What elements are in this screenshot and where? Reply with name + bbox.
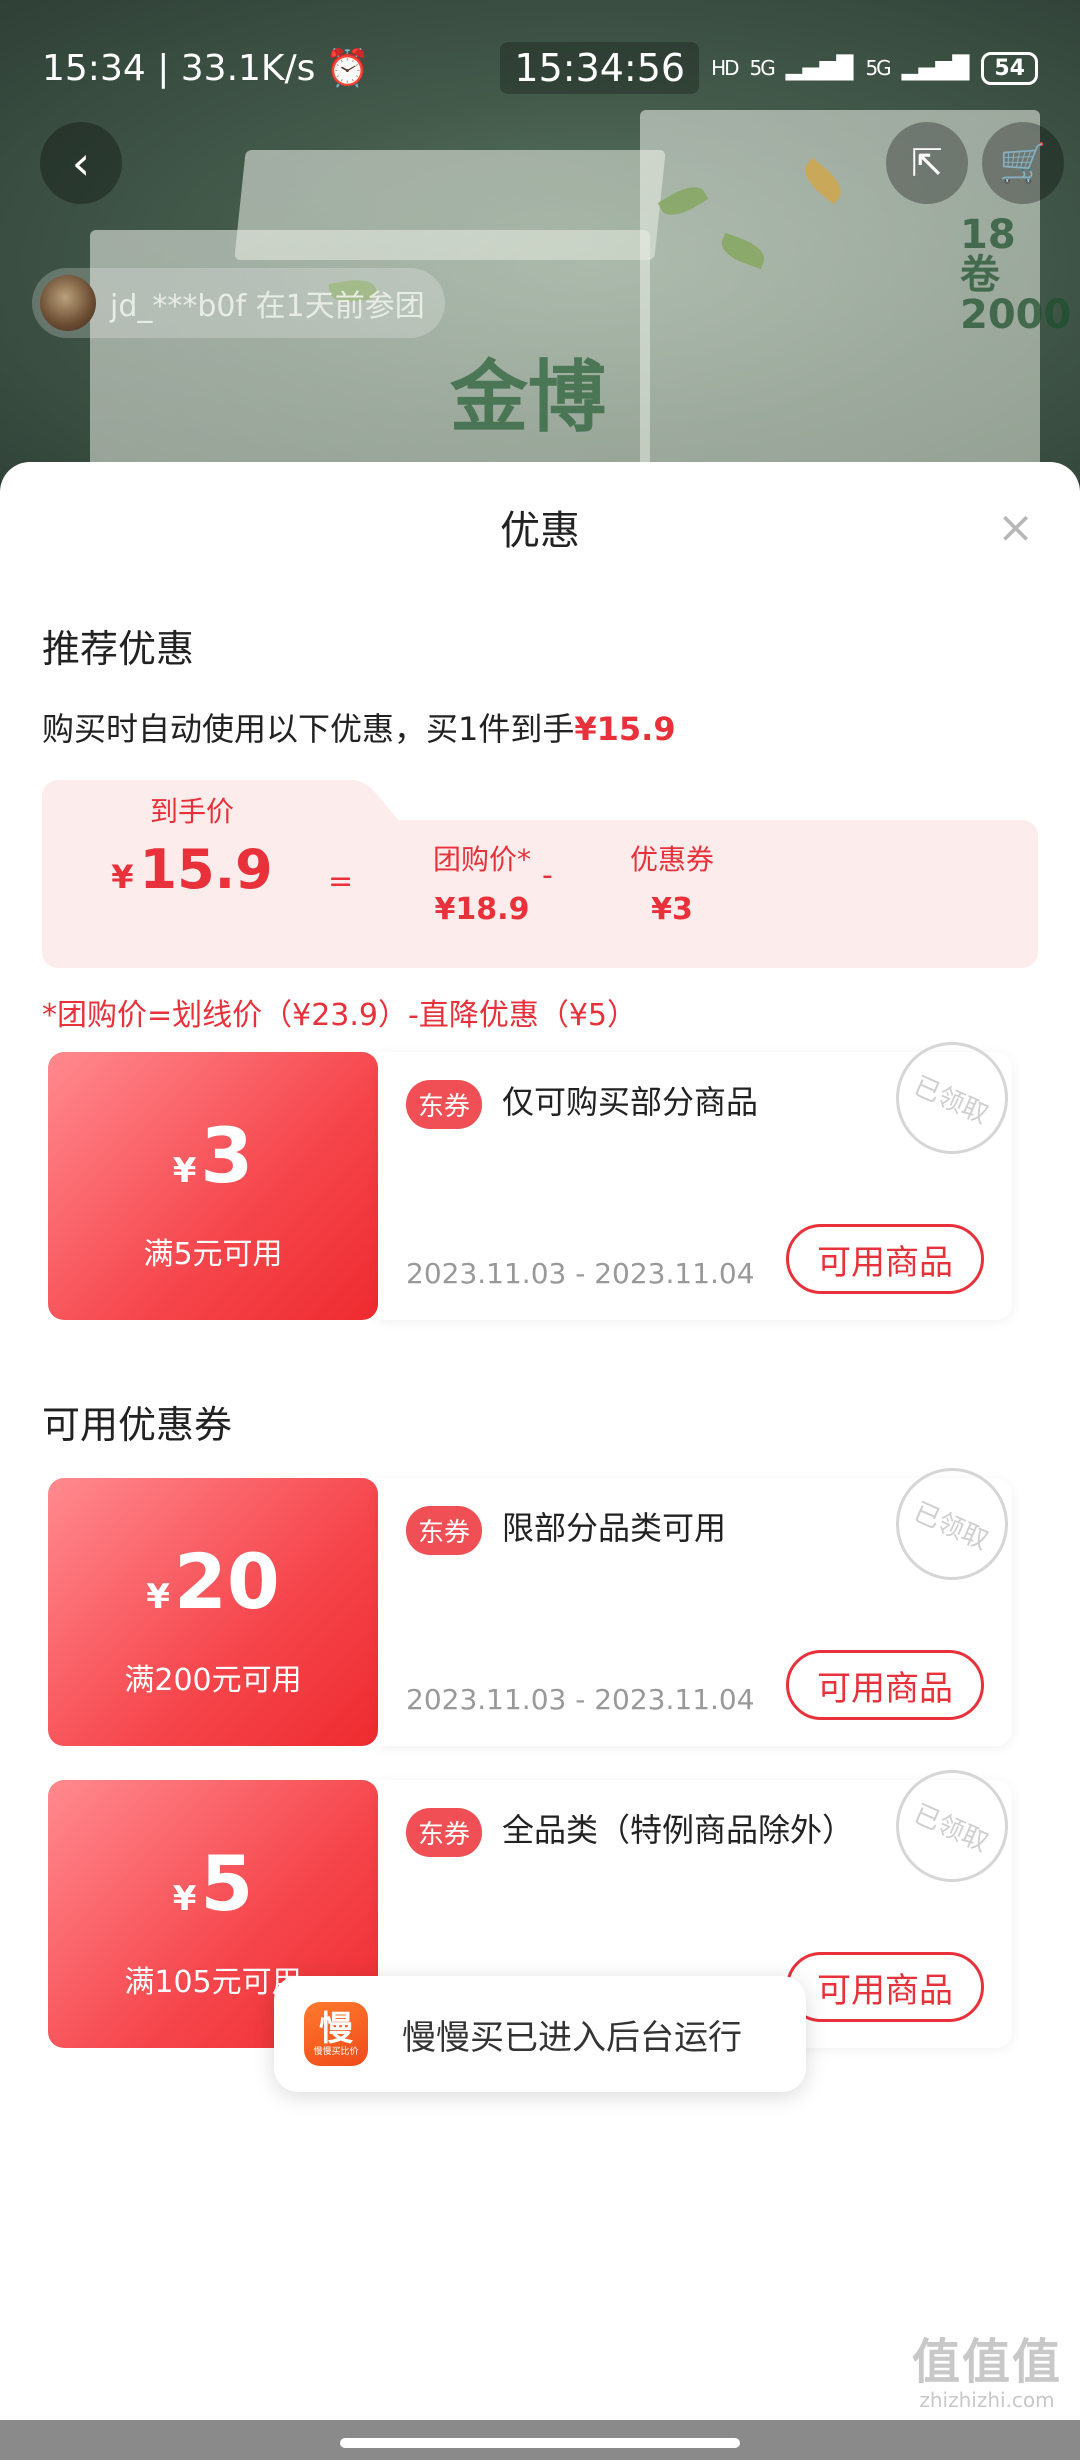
final-price-yen: ¥	[111, 858, 134, 896]
available-products-button[interactable]: 可用商品	[786, 1224, 984, 1294]
recommend-desc: 购买时自动使用以下优惠，买1件到手¥15.9	[42, 704, 676, 750]
home-indicator[interactable]	[340, 2438, 740, 2448]
app-icon-char: 慢	[319, 2009, 353, 2049]
avatar	[40, 275, 96, 331]
coupon-condition: 满200元可用	[124, 1663, 302, 1698]
watermark-logo: 值值值	[911, 2334, 1062, 2390]
coupon-desc: 仅可购买部分商品	[502, 1083, 759, 1121]
coupon-amount: 20	[173, 1537, 280, 1626]
claimed-stamp: 已领取	[878, 1752, 1026, 1900]
signal-5g-2: 5G	[865, 56, 891, 80]
status-bar: 15:34 | 33.1K/s ⏰ 15:34:56 HD 5G ▂▄▆█ 5G…	[42, 38, 1038, 98]
alarm-icon: ⏰	[325, 48, 371, 89]
minus-sign: -	[542, 858, 553, 893]
hd-label: HD	[711, 56, 739, 80]
cart-icon: 🛒	[999, 140, 1047, 185]
price-note: *团购价=划线价（¥23.9）-直降优惠（¥5）	[42, 998, 638, 1033]
group-price-value: ¥18.9	[434, 892, 530, 927]
product-image: 金博 18卷2000 15:34 | 33.1K/s ⏰ 15:34:56 HD…	[0, 0, 1080, 480]
coupon-amount: 3	[200, 1111, 254, 1200]
coupon-amount-panel: ¥3 满5元可用	[48, 1052, 378, 1320]
sheet-title: 优惠	[500, 508, 580, 554]
coupon-date: 2023.11.03 - 2023.11.04	[406, 1257, 755, 1290]
group-price: 团购价* ¥18.9	[402, 838, 562, 927]
coupon-info-panel: 东券 限部分品类可用 2023.11.03 - 2023.11.04 可用商品 …	[378, 1450, 1026, 1746]
available-products-button[interactable]: 可用商品	[786, 1952, 984, 2022]
coupon-price-value: ¥3	[651, 892, 693, 927]
app-icon-sub: 慢慢买比价	[313, 2047, 359, 2057]
close-icon[interactable]: ×	[997, 502, 1034, 553]
toast-text: 慢慢买已进入后台运行	[402, 2017, 742, 2058]
coupon-tag: 东券	[406, 1080, 483, 1129]
status-clock: 15:34:56	[500, 42, 700, 94]
coupon-desc: 全品类（特例商品除外）	[502, 1811, 855, 1849]
coupon-yen: ¥	[172, 1879, 197, 1919]
available-products-button[interactable]: 可用商品	[786, 1650, 984, 1720]
equals-sign: =	[328, 864, 354, 899]
coupon-price: 优惠券 ¥3	[602, 838, 742, 927]
share-icon: ⇱	[911, 141, 943, 185]
coupon-card[interactable]: ¥20 满200元可用 东券 限部分品类可用 2023.11.03 - 2023…	[48, 1450, 1026, 1746]
coupon-tag: 东券	[406, 1808, 483, 1857]
coupon-card[interactable]: ¥3 满5元可用 东券 仅可购买部分商品 2023.11.03 - 2023.1…	[48, 1024, 1026, 1320]
coupon-info-panel: 东券 仅可购买部分商品 2023.11.03 - 2023.11.04 可用商品…	[378, 1024, 1026, 1320]
back-icon: ‹	[71, 136, 91, 190]
price-calc-box: 到手价 ¥15.9 = 团购价* ¥18.9 - 优惠券 ¥3	[42, 795, 1038, 968]
signal-bars-icon: ▂▄▆█	[785, 55, 854, 81]
coupon-tag: 东券	[406, 1506, 483, 1555]
battery-indicator: 54	[981, 51, 1038, 85]
background-toast: 慢 慢慢买比价 慢慢买已进入后台运行	[274, 1976, 806, 2092]
coupon-yen: ¥	[172, 1151, 197, 1191]
recommend-desc-text: 购买时自动使用以下优惠，买1件到手	[42, 710, 575, 748]
coupon-amount-panel: ¥20 满200元可用	[48, 1478, 378, 1746]
claimed-stamp: 已领取	[878, 1450, 1026, 1598]
final-price: 到手价 ¥15.9	[102, 790, 282, 901]
coupon-condition: 满5元可用	[143, 1237, 283, 1272]
status-time: 15:34 | 33.1K/s	[42, 47, 316, 89]
signal-bars-icon: ▂▄▆█	[901, 55, 970, 81]
group-price-label: 团购价*	[432, 843, 531, 876]
cart-button[interactable]: 🛒	[982, 122, 1064, 204]
coupon-date: 2023.11.03 - 2023.11.04	[406, 1683, 755, 1716]
group-buy-text: jd_***b0f 在1天前参团	[110, 289, 425, 324]
claimed-stamp: 已领取	[878, 1024, 1026, 1172]
group-buy-notice: jd_***b0f 在1天前参团	[32, 268, 445, 338]
product-brand-text: 金博	[450, 353, 607, 443]
share-button[interactable]: ⇱	[886, 122, 968, 204]
navigation-bar	[0, 2420, 1080, 2460]
coupon-desc: 限部分品类可用	[502, 1509, 727, 1547]
recommend-price: ¥15.9	[574, 710, 676, 748]
discount-sheet: 优惠 × 推荐优惠 购买时自动使用以下优惠，买1件到手¥15.9 到手价 ¥15…	[0, 462, 1080, 2422]
app-icon: 慢 慢慢买比价	[304, 2002, 368, 2066]
coupon-amount: 5	[200, 1839, 254, 1928]
watermark-url: zhizhizhi.com	[919, 2388, 1055, 2412]
watermark: 值值值 zhizhizhi.com	[912, 2322, 1062, 2412]
recommend-title: 推荐优惠	[42, 627, 195, 671]
signal-5g-1: 5G	[749, 56, 776, 80]
final-price-label: 到手价	[149, 795, 234, 828]
available-coupons-title: 可用优惠券	[42, 1403, 233, 1447]
product-tag-text: 18卷2000	[960, 212, 1072, 338]
product-box-image	[234, 150, 666, 260]
back-button[interactable]: ‹	[40, 122, 122, 204]
coupon-yen: ¥	[146, 1577, 170, 1617]
coupon-price-label: 优惠券	[629, 843, 714, 876]
final-price-value: 15.9	[139, 838, 273, 901]
